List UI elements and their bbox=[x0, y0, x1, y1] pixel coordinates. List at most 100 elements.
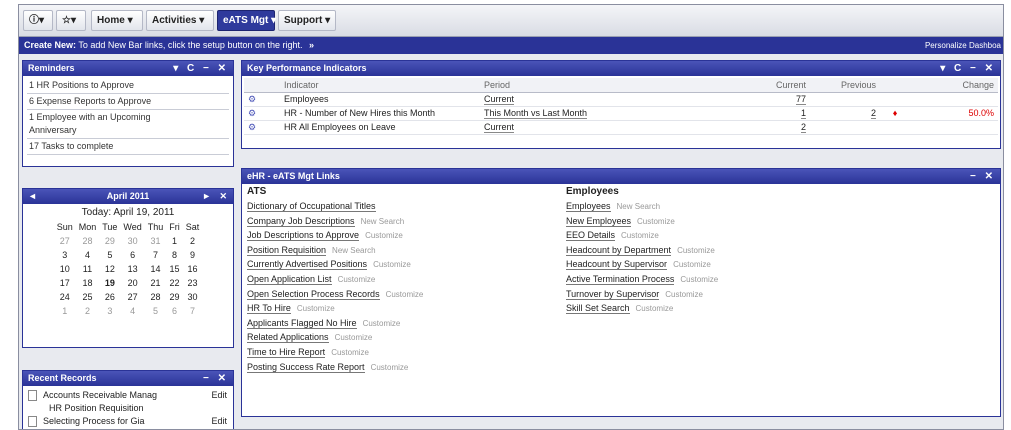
recent-record-name[interactable]: Selecting Process for Gia bbox=[43, 416, 145, 426]
link-actions[interactable]: New Search bbox=[361, 217, 405, 226]
calendar-day[interactable]: 29 bbox=[166, 290, 183, 304]
link-hr-to-hire[interactable]: HR To Hire bbox=[247, 303, 291, 315]
link-actions[interactable]: Customize bbox=[637, 217, 675, 226]
calendar-day[interactable]: 29 bbox=[99, 234, 120, 248]
tab-eats-mgt[interactable]: eATS Mgt ▾ bbox=[217, 10, 276, 31]
link-actions[interactable]: Customize bbox=[297, 304, 335, 313]
calendar-day[interactable]: 14 bbox=[145, 262, 167, 276]
link-currently-advertised-positions[interactable]: Currently Advertised Positions bbox=[247, 259, 368, 271]
link-actions[interactable]: Customize bbox=[621, 231, 659, 240]
expand-arrow-icon[interactable]: » bbox=[309, 40, 314, 50]
calendar-day[interactable]: 27 bbox=[120, 290, 144, 304]
calendar-day[interactable]: 17 bbox=[54, 276, 76, 290]
calendar-day[interactable]: 1 bbox=[166, 234, 183, 248]
link-actions[interactable]: New Search bbox=[332, 246, 376, 255]
link-actions[interactable]: Customize bbox=[636, 304, 674, 313]
calendar-day[interactable]: 25 bbox=[76, 290, 100, 304]
favorites-menu-button[interactable]: ☆▾ bbox=[56, 10, 86, 31]
reminder-item[interactable]: 17 Tasks to complete bbox=[27, 139, 229, 155]
kpi-period-link[interactable]: This Month vs Last Month bbox=[484, 108, 588, 119]
tab-support[interactable]: Support ▾ bbox=[278, 10, 336, 31]
calendar-day[interactable]: 28 bbox=[145, 290, 167, 304]
calendar-day[interactable]: 5 bbox=[99, 248, 120, 262]
calendar-day[interactable]: 21 bbox=[145, 276, 167, 290]
edit-link[interactable]: Edit bbox=[211, 388, 227, 402]
link-headcount-by-department[interactable]: Headcount by Department bbox=[566, 244, 672, 256]
calendar-day[interactable]: 3 bbox=[99, 304, 120, 318]
calendar-day[interactable]: 7 bbox=[145, 248, 167, 262]
edit-link[interactable]: Edit bbox=[211, 414, 227, 428]
calendar-day[interactable]: 10 bbox=[54, 262, 76, 276]
personalize-dashboard-link[interactable]: Personalize Dashboa bbox=[925, 37, 1001, 54]
link-employees[interactable]: Employees bbox=[566, 201, 611, 212]
reminder-item[interactable]: 6 Expense Reports to Approve bbox=[27, 94, 229, 110]
panel-controls[interactable]: ▾ C − ✕ bbox=[173, 61, 229, 76]
calendar-day[interactable]: 16 bbox=[183, 262, 203, 276]
link-actions[interactable]: Customize bbox=[677, 246, 715, 255]
gear-icon[interactable]: ⚙ bbox=[244, 120, 280, 135]
calendar-day[interactable]: 2 bbox=[76, 304, 100, 318]
link-actions[interactable]: Customize bbox=[386, 290, 424, 299]
link-time-to-hire-report[interactable]: Time to Hire Report bbox=[247, 346, 326, 358]
link-job-descriptions-to-approve[interactable]: Job Descriptions to Approve bbox=[247, 230, 360, 242]
link-actions[interactable]: Customize bbox=[665, 290, 703, 299]
calendar-day[interactable]: 27 bbox=[54, 234, 76, 248]
panel-controls[interactable]: ▾ C − ✕ bbox=[940, 61, 996, 76]
kpi-period-link[interactable]: Current bbox=[484, 122, 515, 133]
next-month-icon[interactable]: ► bbox=[202, 189, 211, 204]
panel-controls[interactable]: − ✕ bbox=[203, 371, 229, 386]
kpi-period[interactable]: This Month vs Last Month bbox=[480, 106, 750, 121]
link-active-termination-process[interactable]: Active Termination Process bbox=[566, 273, 675, 285]
link-actions[interactable]: Customize bbox=[363, 319, 401, 328]
link-actions[interactable]: Customize bbox=[331, 348, 369, 357]
kpi-period[interactable]: Current bbox=[480, 120, 750, 135]
link-actions[interactable]: Customize bbox=[371, 363, 409, 372]
calendar-today[interactable]: Today: April 19, 2011 bbox=[29, 207, 227, 218]
help-menu-button[interactable]: ⓘ▾ bbox=[23, 10, 53, 31]
calendar-day[interactable]: 30 bbox=[183, 290, 203, 304]
gear-icon[interactable]: ⚙ bbox=[244, 106, 280, 121]
calendar-day[interactable]: 6 bbox=[120, 248, 144, 262]
col-change[interactable]: Change bbox=[910, 78, 998, 93]
link-related-applications[interactable]: Related Applications bbox=[247, 332, 329, 344]
calendar-day[interactable]: 4 bbox=[120, 304, 144, 318]
close-icon[interactable]: ✕ bbox=[219, 189, 227, 204]
calendar-day[interactable]: 26 bbox=[99, 290, 120, 304]
col-period[interactable]: Period bbox=[480, 78, 750, 93]
panel-controls[interactable]: − ✕ bbox=[970, 169, 996, 184]
calendar-day[interactable]: 28 bbox=[76, 234, 100, 248]
link-actions[interactable]: New Search bbox=[617, 202, 661, 211]
calendar-day[interactable]: 24 bbox=[54, 290, 76, 304]
link-applicants-flagged-no-hire[interactable]: Applicants Flagged No Hire bbox=[247, 317, 357, 329]
calendar-day[interactable]: 6 bbox=[166, 304, 183, 318]
recent-record-row[interactable]: Selecting Process for Gia Edit bbox=[27, 414, 229, 428]
calendar-day[interactable]: 20 bbox=[120, 276, 144, 290]
link-actions[interactable]: Customize bbox=[680, 275, 718, 284]
link-actions[interactable]: Customize bbox=[335, 333, 373, 342]
link-actions[interactable]: Customize bbox=[673, 260, 711, 269]
recent-record-row[interactable]: Accounts Receivable Manag Edit bbox=[27, 388, 229, 402]
calendar-day[interactable]: 19 bbox=[99, 276, 120, 290]
calendar-day[interactable]: 3 bbox=[54, 248, 76, 262]
calendar-day[interactable]: 31 bbox=[145, 234, 167, 248]
tab-home[interactable]: Home ▾ bbox=[91, 10, 143, 31]
calendar-day[interactable]: 30 bbox=[120, 234, 144, 248]
link-new-employees[interactable]: New Employees bbox=[566, 215, 632, 227]
calendar-day[interactable]: 13 bbox=[120, 262, 144, 276]
link-headcount-by-supervisor[interactable]: Headcount by Supervisor bbox=[566, 259, 668, 271]
col-previous[interactable]: Previous bbox=[810, 78, 880, 93]
calendar-day[interactable]: 18 bbox=[76, 276, 100, 290]
calendar-day[interactable]: 12 bbox=[99, 262, 120, 276]
kpi-period-link[interactable]: Current bbox=[484, 94, 515, 105]
link-open-application-list[interactable]: Open Application List bbox=[247, 273, 332, 285]
link-turnover-by-supervisor[interactable]: Turnover by Supervisor bbox=[566, 288, 660, 300]
link-actions[interactable]: Customize bbox=[365, 231, 403, 240]
link-posting-success-rate-report[interactable]: Posting Success Rate Report bbox=[247, 361, 365, 373]
link-actions[interactable]: Customize bbox=[338, 275, 376, 284]
link-company-job-descriptions[interactable]: Company Job Descriptions bbox=[247, 215, 355, 227]
col-indicator[interactable]: Indicator bbox=[280, 78, 480, 93]
calendar-day[interactable]: 15 bbox=[166, 262, 183, 276]
gear-icon[interactable]: ⚙ bbox=[244, 92, 280, 107]
calendar-day[interactable]: 4 bbox=[76, 248, 100, 262]
calendar-day[interactable]: 8 bbox=[166, 248, 183, 262]
